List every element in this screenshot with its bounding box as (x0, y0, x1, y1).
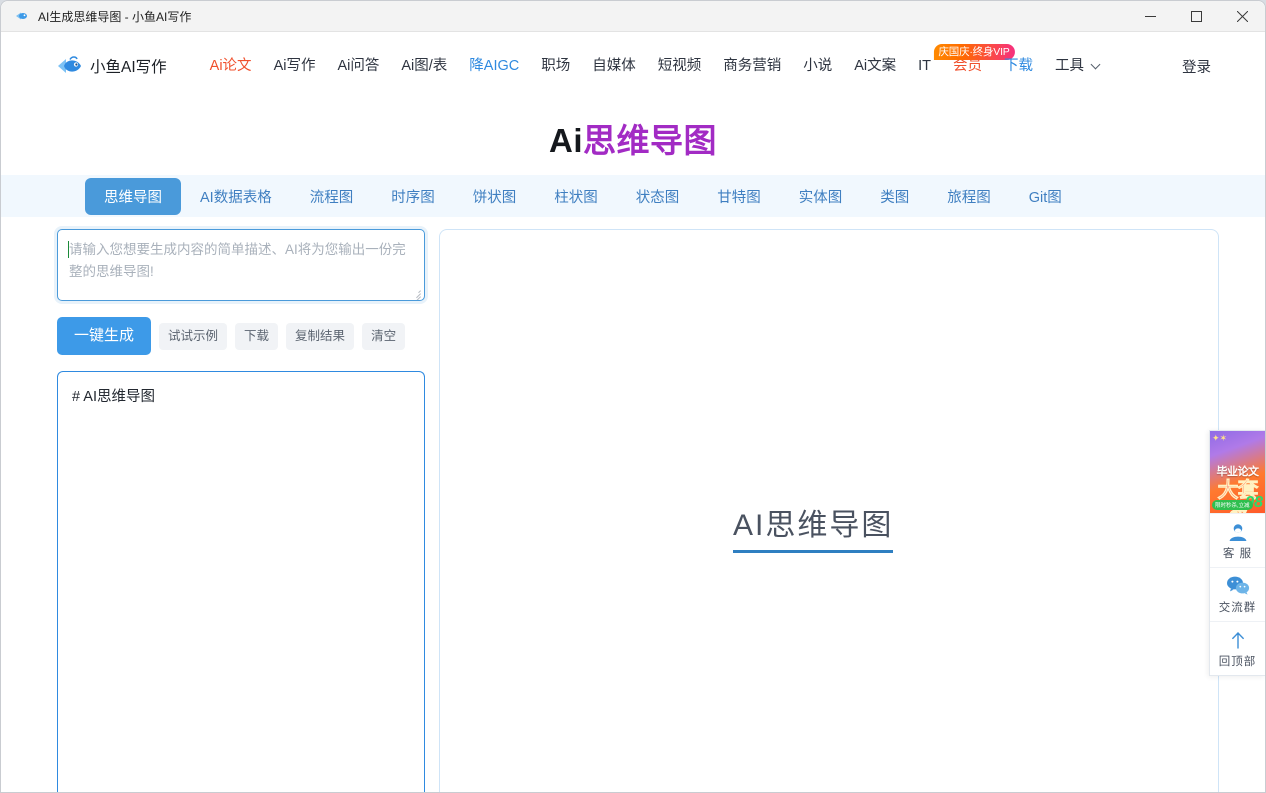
login-button[interactable]: 登录 (1182, 56, 1237, 77)
tab-class[interactable]: 类图 (861, 178, 928, 215)
diagram-type-tabs: 思维导图 AI数据表格 流程图 时序图 饼状图 柱状图 状态图 甘特图 实体图 … (1, 175, 1265, 217)
page-content: 小鱼AI写作 Ai论文 Ai写作 Ai问答 Ai图/表 降AIGC 职场 自媒体… (1, 32, 1265, 792)
nav-item-ai-lunwen[interactable]: Ai论文 (199, 32, 263, 100)
mindmap-root-underline (733, 550, 894, 553)
nav-label: Ai图/表 (401, 58, 448, 74)
clear-button[interactable]: 清空 (362, 322, 406, 350)
nav-item-zhichang[interactable]: 职场 (530, 32, 581, 100)
try-example-button[interactable]: 试试示例 (159, 322, 228, 350)
mindmap-preview-panel[interactable]: AI思维导图 (439, 229, 1219, 792)
nav-item-jiang-aigc[interactable]: 降AIGC (458, 32, 530, 100)
promo-ad-banner[interactable]: ✦✶ 毕业论文 大套餐 98 限时秒杀,立减 (1210, 431, 1265, 513)
prompt-input-wrapper[interactable]: 请输入您想要生成内容的简单描述、AI将为您输出一份完整的思维导图! (57, 229, 425, 301)
sidebar-label-back-to-top: 回顶部 (1218, 655, 1257, 668)
editor-actions: 一键生成 试试示例 下载 复制结果 清空 (57, 317, 425, 355)
nav-label: 职场 (541, 58, 571, 74)
nav-item-zimeiti[interactable]: 自媒体 (581, 32, 647, 100)
title-bar: AI生成思维导图 - 小鱼AI写作 (1, 1, 1265, 32)
main-nav: Ai论文 Ai写作 Ai问答 Ai图/表 降AIGC 职场 自媒体 短视频 商务… (199, 32, 1110, 100)
nav-label: 下载 (1004, 58, 1034, 74)
mindmap-root-node: AI思维导图 (733, 500, 894, 553)
wechat-icon (1226, 575, 1250, 597)
page-title-prefix: Ai (549, 121, 583, 159)
tab-entity[interactable]: 实体图 (780, 178, 862, 215)
nav-label: 自媒体 (592, 58, 636, 74)
sidebar-item-back-to-top[interactable]: 回顶部 (1210, 621, 1265, 675)
prompt-placeholder: 请输入您想要生成内容的简单描述、AI将为您输出一份完整的思维导图! (69, 242, 406, 279)
tab-data-table[interactable]: AI数据表格 (181, 178, 291, 215)
chevron-down-icon (1090, 59, 1101, 70)
nav-item-duanshipin[interactable]: 短视频 (647, 32, 713, 100)
maximize-button[interactable] (1173, 1, 1219, 32)
nav-label: Ai写作 (273, 58, 316, 74)
tab-sequence[interactable]: 时序图 (372, 178, 454, 215)
sidebar-label-wechat-group: 交流群 (1218, 601, 1257, 614)
tab-git[interactable]: Git图 (1010, 178, 1081, 215)
customer-service-icon (1227, 521, 1249, 543)
page-title: Ai思维导图 (549, 114, 717, 162)
nav-item-xiazai[interactable]: 下载 (993, 32, 1044, 100)
hero-section: Ai思维导图 (1, 100, 1265, 175)
blue-fish-logo-icon (57, 55, 83, 77)
sidebar-item-customer-service[interactable]: 客 服 (1210, 513, 1265, 567)
nav-item-ai-wenda[interactable]: Ai问答 (326, 32, 390, 100)
fish-favicon-icon (13, 8, 29, 24)
copy-result-button[interactable]: 复制结果 (286, 322, 355, 350)
browser-window: AI生成思维导图 - 小鱼AI写作 小鱼AI写作 Ai论文 Ai写作 Ai问答 … (0, 0, 1266, 793)
nav-label: 降AIGC (469, 58, 520, 74)
site-header: 小鱼AI写作 Ai论文 Ai写作 Ai问答 Ai图/表 降AIGC 职场 自媒体… (1, 32, 1265, 100)
brand-name: 小鱼AI写作 (90, 59, 167, 76)
sidebar-label-customer-service: 客 服 (1222, 547, 1253, 560)
tab-pie[interactable]: 饼状图 (454, 178, 536, 215)
nav-item-it[interactable]: IT (907, 32, 942, 100)
page-title-rest: 思维导图 (583, 121, 717, 159)
window-controls (1127, 1, 1265, 32)
promo-ad-pill: 限时秒杀,立减 (1212, 500, 1253, 510)
nav-label: 工具 (1055, 58, 1085, 74)
nav-item-gongju[interactable]: 工具 (1044, 32, 1110, 100)
markdown-result-text: # AI思维导图 (72, 389, 155, 405)
nav-item-ai-tubiao[interactable]: Ai图/表 (390, 32, 458, 100)
preview-column: AI思维导图 (439, 229, 1219, 792)
sidebar-item-wechat-group[interactable]: 交流群 (1210, 567, 1265, 621)
markdown-result-panel[interactable]: # AI思维导图 (57, 371, 425, 792)
nav-label: 小说 (803, 58, 833, 74)
float-sidebar: ✦✶ 毕业论文 大套餐 98 限时秒杀,立减 客 服 (1209, 430, 1265, 676)
brand[interactable]: 小鱼AI写作 (57, 55, 167, 77)
arrow-up-icon (1230, 629, 1246, 651)
nav-item-ai-wenan[interactable]: Ai文案 (843, 32, 907, 100)
nav-label: Ai文案 (854, 58, 897, 74)
tab-gantt[interactable]: 甘特图 (698, 178, 780, 215)
nav-label: 商务营销 (723, 58, 782, 74)
tab-mindmap[interactable]: 思维导图 (85, 177, 181, 215)
minimize-button[interactable] (1127, 1, 1173, 32)
nav-item-shangwu-yingxiao[interactable]: 商务营销 (712, 32, 792, 100)
tab-bar[interactable]: 柱状图 (535, 178, 617, 215)
tab-state[interactable]: 状态图 (617, 178, 699, 215)
confetti-icon: ✦✶ (1212, 433, 1228, 443)
window-title: AI生成思维导图 - 小鱼AI写作 (38, 9, 192, 24)
nav-label: 会员 (953, 58, 983, 74)
mindmap-root-label: AI思维导图 (733, 509, 894, 542)
tab-journey[interactable]: 旅程图 (928, 178, 1010, 215)
generate-button[interactable]: 一键生成 (57, 317, 152, 355)
nav-item-xiaoshuo[interactable]: 小说 (792, 32, 843, 100)
nav-label: 短视频 (657, 58, 702, 74)
nav-label: Ai问答 (337, 58, 380, 74)
nav-item-huiyuan[interactable]: 庆国庆·终身VIP 会员 (933, 32, 1015, 100)
main-content: 请输入您想要生成内容的简单描述、AI将为您输出一份完整的思维导图! 一键生成 试… (1, 217, 1265, 792)
nav-label: Ai论文 (209, 58, 252, 74)
nav-label: IT (918, 58, 932, 74)
tab-flowchart[interactable]: 流程图 (291, 178, 373, 215)
download-button[interactable]: 下载 (235, 322, 279, 350)
nav-item-ai-xiezuo[interactable]: Ai写作 (263, 32, 327, 100)
close-button[interactable] (1219, 1, 1265, 32)
editor-column: 请输入您想要生成内容的简单描述、AI将为您输出一份完整的思维导图! 一键生成 试… (57, 229, 425, 792)
textarea-resize-handle[interactable] (411, 287, 422, 300)
